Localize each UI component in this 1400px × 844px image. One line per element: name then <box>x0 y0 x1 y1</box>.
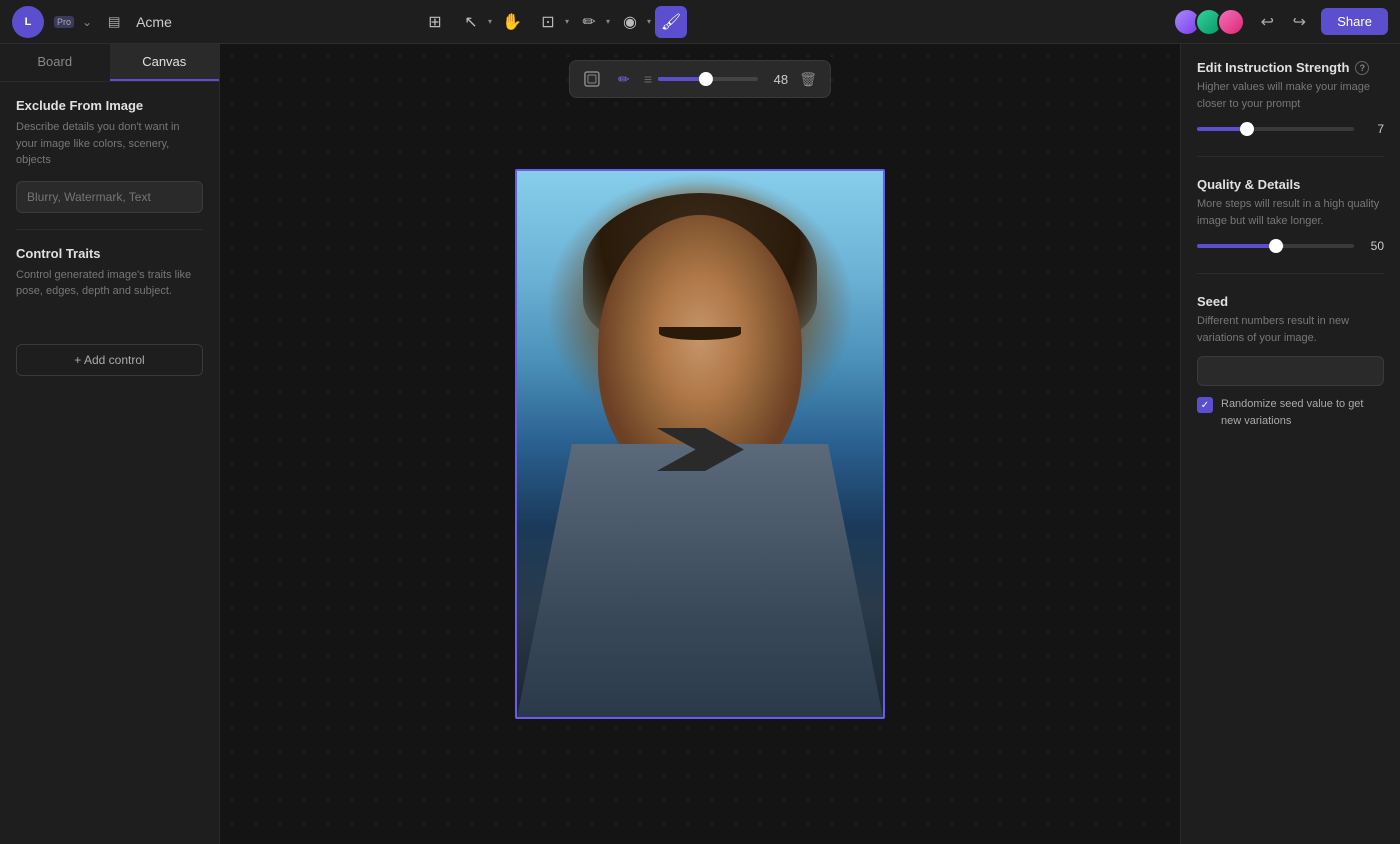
select-icon: ↖ <box>464 12 477 32</box>
canvas-select-icon[interactable] <box>580 67 604 91</box>
quality-details-slider[interactable] <box>1197 244 1354 248</box>
control-traits-description: Control generated image's traits like po… <box>16 267 203 300</box>
workspace-title: Acme <box>136 14 172 30</box>
hand-icon: ✋ <box>502 12 522 32</box>
exclude-description: Describe details you don't want in your … <box>16 119 203 169</box>
share-button[interactable]: Share <box>1321 8 1388 35</box>
redo-icon: ↪ <box>1293 12 1306 32</box>
quality-details-value: 50 <box>1362 239 1384 253</box>
add-control-button[interactable]: + Add control <box>16 344 203 376</box>
sidebar-toggle-button[interactable]: ▤ <box>100 8 128 36</box>
paint-icon: 🖌 <box>661 12 681 32</box>
quality-details-section: Quality & Details More steps will result… <box>1197 177 1384 253</box>
app-logo: L <box>12 6 44 38</box>
draw-icon: ✏ <box>582 12 595 32</box>
quality-details-slider-row: 50 <box>1197 239 1384 253</box>
edit-instruction-value: 7 <box>1362 122 1384 136</box>
edit-instruction-strength-section: Edit Instruction Strength ? Higher value… <box>1197 60 1384 136</box>
control-traits-section: Control Traits Control generated image's… <box>0 230 219 328</box>
right-sidebar: Edit Instruction Strength ? Higher value… <box>1180 44 1400 844</box>
undo-redo-controls: ↩ ↪ <box>1253 8 1313 36</box>
fill-arrow: ▾ <box>647 17 651 26</box>
tool-fill-button[interactable]: ◉ <box>614 6 646 38</box>
portrait-suit <box>517 444 883 717</box>
undo-button[interactable]: ↩ <box>1253 8 1281 36</box>
brush-size-value: 48 <box>764 72 788 87</box>
randomize-seed-label: Randomize seed value to get new variatio… <box>1221 396 1384 429</box>
left-sidebar: Board Canvas Exclude From Image Describe… <box>0 44 220 844</box>
redo-button[interactable]: ↪ <box>1285 8 1313 36</box>
tool-select-button[interactable]: ↖ <box>455 6 487 38</box>
edit-instruction-title: Edit Instruction Strength ? <box>1197 60 1384 75</box>
seed-section: Seed Different numbers result in new var… <box>1197 294 1384 429</box>
fill-icon: ◉ <box>623 12 637 32</box>
seed-input[interactable] <box>1197 356 1384 386</box>
main-layout: Board Canvas Exclude From Image Describe… <box>0 44 1400 844</box>
delete-icon: 🗑 <box>799 71 817 88</box>
tool-paint-button[interactable]: 🖌 <box>655 6 687 38</box>
brush-active-icon: ✏ <box>618 71 630 88</box>
right-divider-1 <box>1197 156 1384 157</box>
canvas-area[interactable]: ✏ ≡ 48 🗑 <box>220 44 1180 844</box>
top-navigation: L Pro ⌄ ▤ Acme ⊞ ↖ ▾ ✋ ⊡ ▾ ✏ ▾ <box>0 0 1400 44</box>
draw-arrow: ▾ <box>606 17 610 26</box>
canvas-brush-icon[interactable]: ✏ <box>612 67 636 91</box>
image-icon: ⊡ <box>541 12 554 32</box>
tool-draw-button[interactable]: ✏ <box>573 6 605 38</box>
canvas-image <box>517 171 883 717</box>
quality-details-title: Quality & Details <box>1197 177 1384 192</box>
quality-details-description: More steps will result in a high quality… <box>1197 196 1384 229</box>
select-arrow: ▾ <box>488 17 492 26</box>
randomize-seed-checkbox[interactable]: ✓ <box>1197 397 1213 413</box>
image-arrow: ▾ <box>565 17 569 26</box>
seed-description: Different numbers result in new variatio… <box>1197 313 1384 346</box>
pro-badge: Pro <box>54 16 74 28</box>
canvas-delete-icon[interactable]: 🗑 <box>796 67 820 91</box>
canvas-brush-size-control: ≡ 48 <box>644 71 788 87</box>
workspace-chevron[interactable]: ⌄ <box>82 15 92 29</box>
seed-title: Seed <box>1197 294 1384 309</box>
right-divider-2 <box>1197 273 1384 274</box>
frame-icon: ⊞ <box>428 12 441 32</box>
edit-instruction-help-icon[interactable]: ? <box>1355 61 1369 75</box>
exclude-input[interactable] <box>16 181 203 213</box>
tool-hand-button[interactable]: ✋ <box>496 6 528 38</box>
tool-frame-button[interactable]: ⊞ <box>419 6 451 38</box>
edit-instruction-slider[interactable] <box>1197 127 1354 131</box>
toolbar-tools: ⊞ ↖ ▾ ✋ ⊡ ▾ ✏ ▾ ◉ ▾ <box>419 6 687 38</box>
topnav-right-area: ↩ ↪ Share <box>1173 8 1388 36</box>
tab-canvas[interactable]: Canvas <box>110 44 220 81</box>
randomize-seed-row: ✓ Randomize seed value to get new variat… <box>1197 396 1384 429</box>
slider-separator-icon: ≡ <box>644 71 652 87</box>
checkbox-check-icon: ✓ <box>1201 400 1209 411</box>
logo-text: L <box>25 16 32 28</box>
control-traits-title: Control Traits <box>16 246 203 261</box>
portrait-figure <box>517 171 883 717</box>
avatar-3 <box>1217 8 1245 36</box>
edit-instruction-slider-row: 7 <box>1197 122 1384 136</box>
brush-size-slider[interactable] <box>658 77 758 81</box>
tool-image-button[interactable]: ⊡ <box>532 6 564 38</box>
exclude-title: Exclude From Image <box>16 98 203 113</box>
exclude-from-image-section: Exclude From Image Describe details you … <box>0 82 219 229</box>
canvas-toolbar: ✏ ≡ 48 🗑 <box>569 60 831 98</box>
edit-instruction-description: Higher values will make your image close… <box>1197 79 1384 112</box>
sidebar-tab-row: Board Canvas <box>0 44 219 82</box>
canvas-image-container <box>515 169 885 719</box>
portrait-mustache <box>659 327 741 341</box>
tab-board[interactable]: Board <box>0 44 110 81</box>
collaborator-avatars <box>1173 8 1245 36</box>
sidebar-icon: ▤ <box>108 14 121 30</box>
undo-icon: ↩ <box>1261 12 1274 32</box>
